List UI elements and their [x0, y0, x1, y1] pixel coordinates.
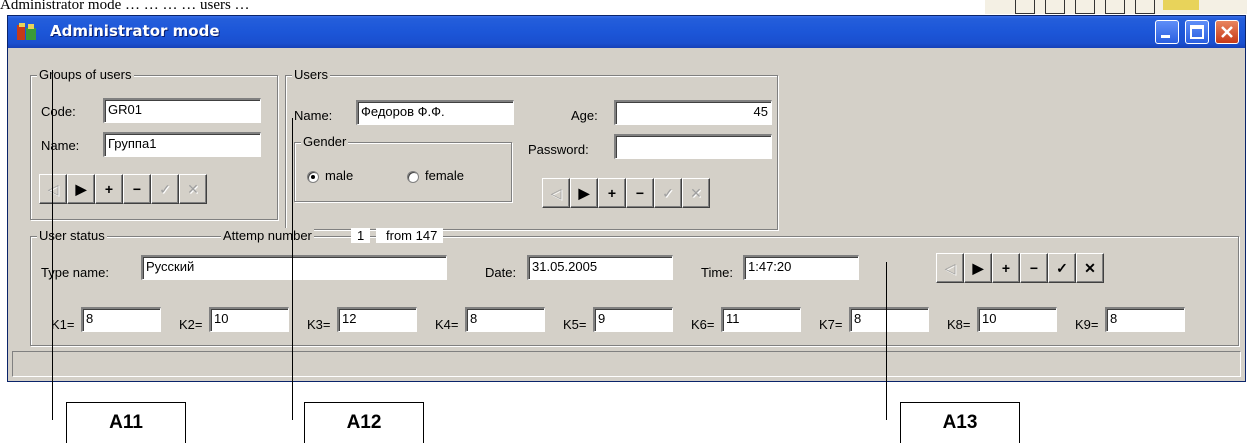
k6-field[interactable]: 11 — [721, 307, 801, 332]
group-name-label: Name: — [41, 138, 80, 153]
age-field[interactable]: 45 — [614, 100, 772, 125]
status-navigator: ◁ ▶ + − ✓ ✕ — [936, 253, 1104, 283]
password-label: Password: — [528, 142, 589, 157]
callout-a12: A12 — [304, 402, 424, 443]
callout-line-a11 — [52, 70, 53, 420]
nav-cancel-button[interactable]: ✕ — [179, 174, 207, 204]
nav-post-button[interactable]: ✓ — [151, 174, 179, 204]
gender-legend: Gender — [301, 134, 349, 149]
nav-next-button[interactable]: ▶ — [67, 174, 95, 204]
nav-delete-button[interactable]: − — [1020, 253, 1048, 283]
maximize-button[interactable] — [1185, 20, 1209, 44]
users-panel: Users Name: Федоров Ф.Ф. Age: 45 Passwor… — [285, 67, 778, 230]
callout-a11: A11 — [66, 402, 186, 443]
date-label: Date: — [485, 265, 517, 280]
nav-cancel-button[interactable]: ✕ — [1076, 253, 1104, 283]
male-radio[interactable] — [307, 171, 319, 183]
nav-insert-button[interactable]: + — [598, 178, 626, 208]
nav-prior-button[interactable]: ◁ — [936, 253, 964, 283]
minimize-icon — [1161, 35, 1170, 38]
status-bar — [12, 351, 1241, 377]
time-field[interactable]: 1:47:20 — [743, 255, 859, 280]
type-name-field[interactable]: Русский — [141, 255, 447, 280]
callout-a13: A13 — [900, 402, 1020, 443]
close-icon — [1221, 26, 1233, 38]
k1-field[interactable]: 8 — [81, 307, 161, 332]
close-button[interactable] — [1215, 20, 1239, 44]
k8-field[interactable]: 10 — [977, 307, 1057, 332]
k5-field[interactable]: 9 — [593, 307, 673, 332]
app-icon — [17, 23, 36, 40]
document-text-fragment: Administrator mode … … … … users … — [0, 0, 250, 13]
nav-cancel-button[interactable]: ✕ — [682, 178, 710, 208]
attempt-total: from 147 — [376, 228, 444, 243]
male-label: male — [325, 168, 354, 183]
users-navigator: ◁ ▶ + − ✓ ✕ — [542, 178, 710, 208]
k2-field[interactable]: 10 — [209, 307, 289, 332]
nav-next-button[interactable]: ▶ — [964, 253, 992, 283]
user-status-panel: User status Attemp number 1 from 147 Typ… — [30, 228, 1239, 346]
maximize-icon — [1190, 25, 1204, 39]
callout-line-a13 — [886, 262, 887, 420]
users-legend: Users — [292, 67, 330, 82]
k2-label: K2= — [179, 317, 203, 332]
group-code-field[interactable]: GR01 — [103, 98, 261, 123]
k9-field[interactable]: 8 — [1105, 307, 1185, 332]
groups-navigator: ◁ ▶ + − ✓ ✕ — [39, 174, 207, 204]
title-bar[interactable]: Administrator mode — [8, 16, 1245, 48]
k7-field[interactable]: 8 — [849, 307, 929, 332]
nav-post-button[interactable]: ✓ — [1048, 253, 1076, 283]
k4-label: K4= — [435, 317, 459, 332]
code-label: Code: — [41, 104, 76, 119]
client-area: Groups of users Code: GR01 Name: Группа1… — [8, 48, 1245, 383]
group-name-field[interactable]: Группа1 — [103, 132, 261, 157]
k5-label: K5= — [563, 317, 587, 332]
administrator-window: Administrator mode Groups of users Code:… — [7, 15, 1246, 382]
nav-delete-button[interactable]: − — [123, 174, 151, 204]
attempt-label: Attemp number — [221, 228, 314, 243]
minimize-button[interactable] — [1155, 20, 1179, 44]
time-label: Time: — [701, 265, 734, 280]
female-label: female — [425, 168, 465, 183]
date-field[interactable]: 31.05.2005 — [527, 255, 673, 280]
nav-insert-button[interactable]: + — [95, 174, 123, 204]
nav-prior-button[interactable]: ◁ — [542, 178, 570, 208]
nav-delete-button[interactable]: − — [626, 178, 654, 208]
toolbar-fragment — [985, 0, 1247, 14]
k3-field[interactable]: 12 — [337, 307, 417, 332]
user-status-legend: User status — [37, 228, 107, 243]
window-title: Administrator mode — [50, 22, 220, 40]
k1-label: K1= — [51, 317, 75, 332]
k4-field[interactable]: 8 — [465, 307, 545, 332]
k7-label: K7= — [819, 317, 843, 332]
age-label: Age: — [571, 108, 598, 123]
user-name-field[interactable]: Федоров Ф.Ф. — [356, 100, 514, 125]
female-radio[interactable] — [407, 171, 419, 183]
nav-prior-button[interactable]: ◁ — [39, 174, 67, 204]
groups-of-users-panel: Groups of users Code: GR01 Name: Группа1… — [30, 67, 278, 220]
gender-group: Gender male female — [294, 134, 512, 202]
attempt-number: 1 — [351, 228, 371, 243]
k3-label: K3= — [307, 317, 331, 332]
k8-label: K8= — [947, 317, 971, 332]
user-name-label: Name: — [294, 108, 333, 123]
password-field[interactable] — [614, 134, 772, 159]
nav-next-button[interactable]: ▶ — [570, 178, 598, 208]
nav-insert-button[interactable]: + — [992, 253, 1020, 283]
k9-label: K9= — [1075, 317, 1099, 332]
k6-label: K6= — [691, 317, 715, 332]
callout-line-a12 — [292, 118, 293, 420]
nav-post-button[interactable]: ✓ — [654, 178, 682, 208]
